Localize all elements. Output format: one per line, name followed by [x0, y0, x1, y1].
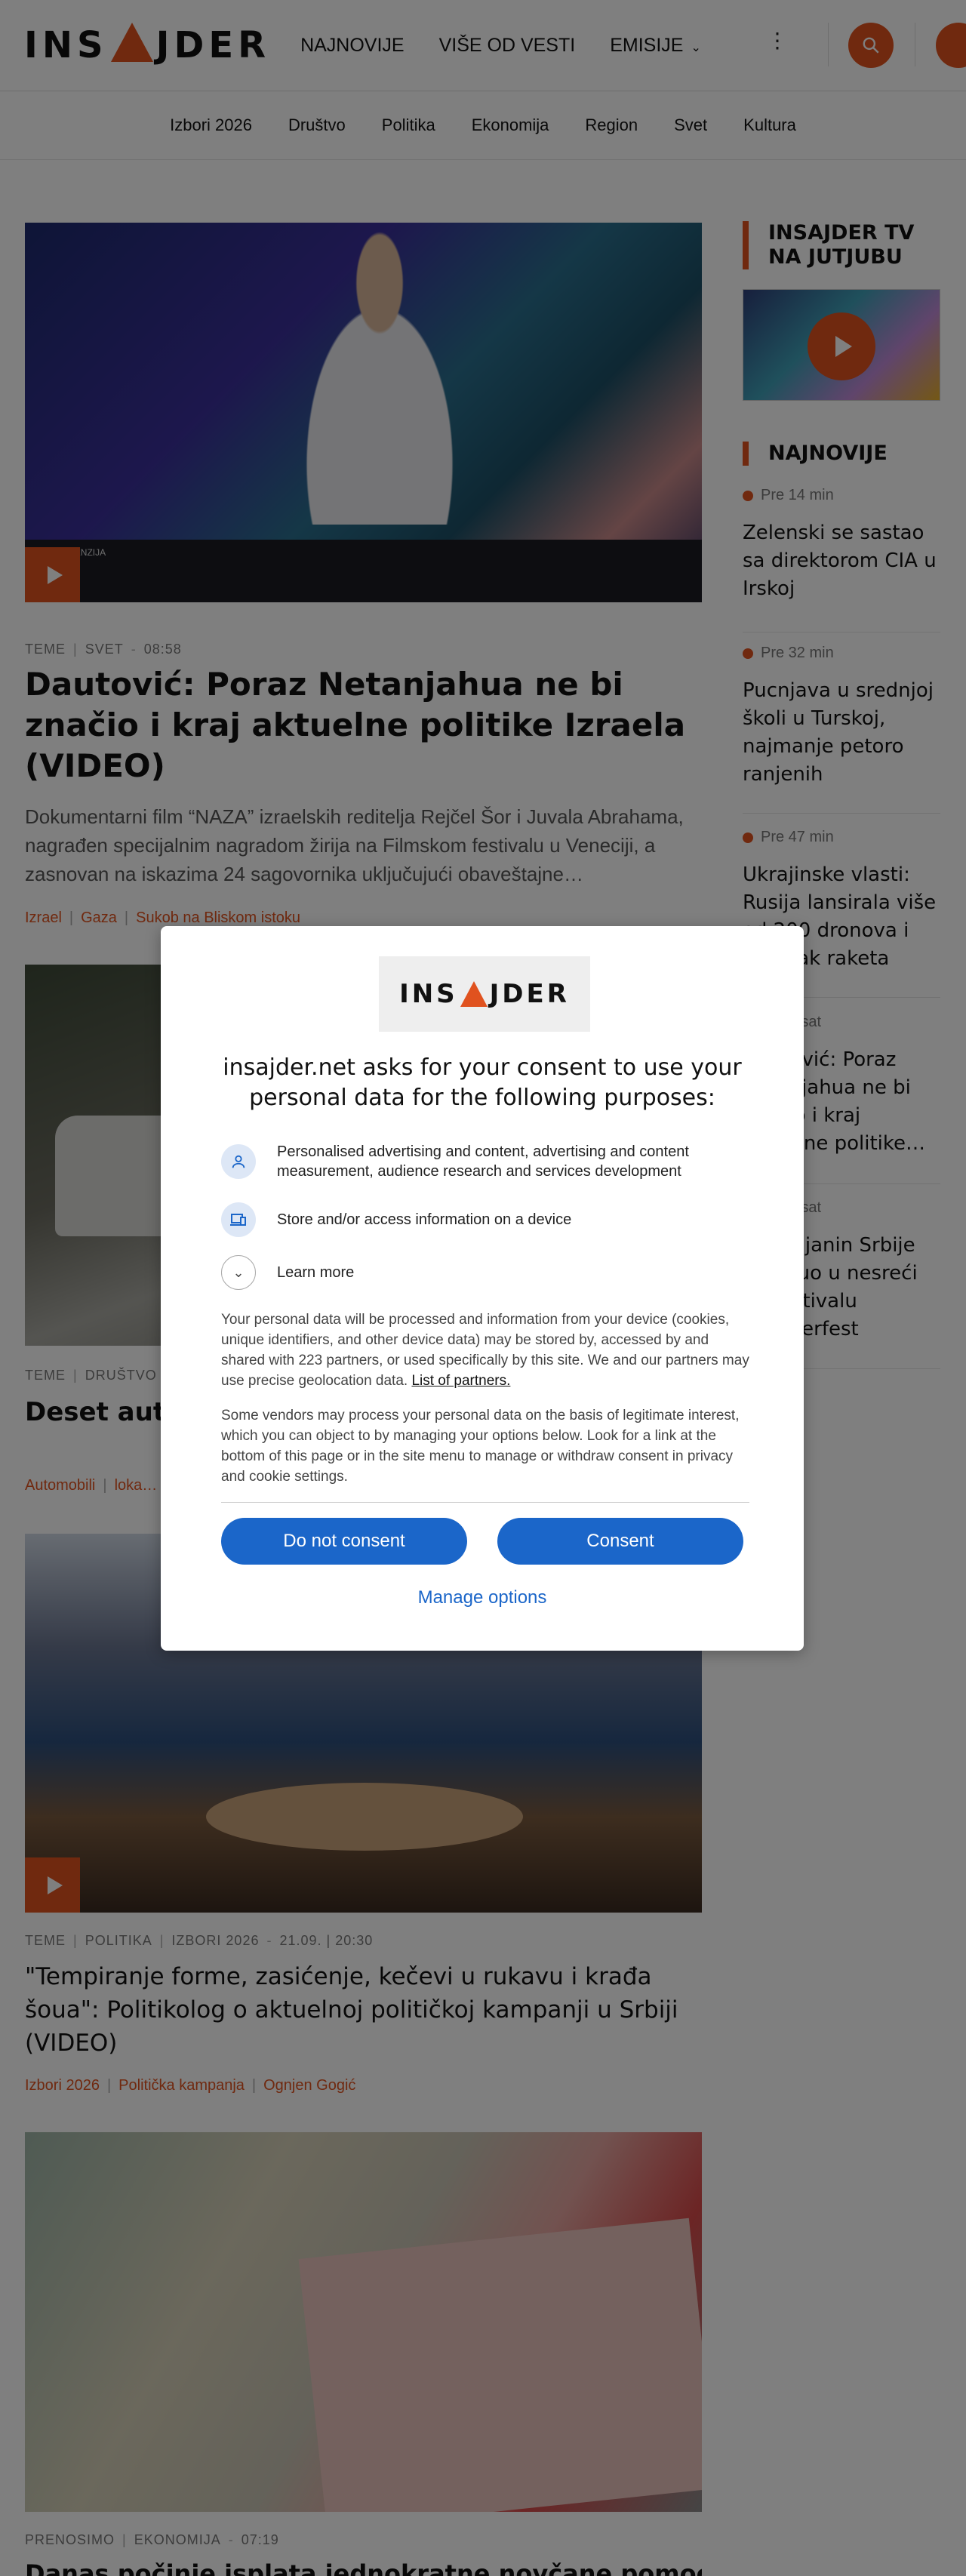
- learn-more-toggle[interactable]: ⌄ Learn more: [221, 1255, 749, 1290]
- purpose-label: Store and/or access information on a dev…: [277, 1211, 572, 1228]
- consent-dialog: INS JDER insajder.net asks for your conse…: [161, 926, 804, 1651]
- purpose-storage: Store and/or access information on a dev…: [221, 1202, 749, 1237]
- do-not-consent-button[interactable]: Do not consent: [221, 1518, 467, 1565]
- logo-triangle-icon: [460, 981, 488, 1007]
- purpose-label: Personalised advertising and content, ad…: [277, 1143, 689, 1180]
- manage-options-link[interactable]: Manage options: [161, 1587, 804, 1608]
- divider: [221, 1502, 749, 1503]
- consent-heading: insajder.net asks for your consent to us…: [223, 1054, 742, 1111]
- person-icon: [221, 1144, 256, 1179]
- consent-logo: INS JDER: [379, 956, 590, 1032]
- learn-more-label: Learn more: [277, 1264, 355, 1281]
- logo-text: JDER: [489, 979, 570, 1009]
- logo-text: INS: [399, 979, 458, 1009]
- partners-link[interactable]: List of partners.: [411, 1373, 510, 1389]
- purpose-advertising: Personalised advertising and content, ad…: [221, 1142, 749, 1181]
- consent-text-legitimate: Some vendors may process your personal d…: [221, 1408, 740, 1485]
- chevron-down-icon: ⌄: [221, 1255, 256, 1290]
- consent-text: Your personal data will be processed and…: [221, 1310, 749, 1391]
- consent-button[interactable]: Consent: [497, 1518, 743, 1565]
- devices-icon: [221, 1202, 256, 1237]
